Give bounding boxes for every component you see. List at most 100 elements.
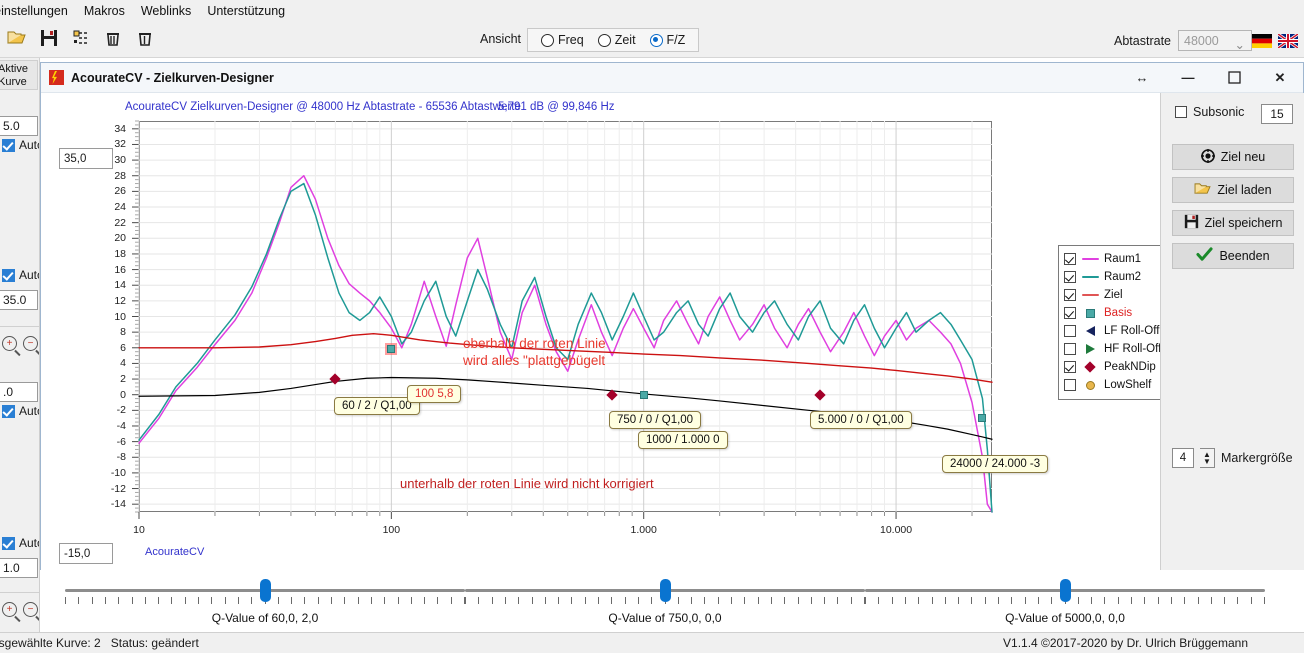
slider-tick <box>651 597 652 604</box>
ziel-speichern-button[interactable]: Ziel speichern <box>1172 210 1294 236</box>
ziel-neu-label: Ziel neu <box>1221 150 1265 164</box>
tooltip-basis-100[interactable]: 100 5,8 <box>407 385 461 403</box>
tooltip-hf-24000[interactable]: 24000 / 24.000 -3 <box>942 455 1048 473</box>
minimize-button[interactable]: — <box>1165 63 1211 92</box>
basis-marker-1000[interactable] <box>638 389 650 401</box>
slider-tick <box>225 597 226 604</box>
radio-fz[interactable]: F/Z <box>643 33 693 47</box>
subsonic-checkbox[interactable]: Subsonic <box>1175 105 1244 119</box>
y-tick-label: 28 <box>114 170 126 182</box>
status-left: usgewählte Kurve: 2 Status: geändert <box>0 636 199 650</box>
y-tick-label: -10 <box>111 467 126 479</box>
auto-check-3[interactable]: Auto <box>2 404 40 418</box>
q-value-slider-60[interactable]: Q-Value of 60,0, 2,0 <box>65 577 465 631</box>
peak-marker-750[interactable] <box>606 389 618 401</box>
slider-tick <box>318 597 319 604</box>
close-button[interactable]: ✕ <box>1257 63 1303 92</box>
legend-item-hf-roll-off[interactable]: HF Roll-Off <box>1064 340 1156 358</box>
axis-edit-2[interactable]: 35.0 <box>0 290 38 310</box>
slider-tick <box>465 597 466 604</box>
flag-gb-icon[interactable] <box>1278 34 1298 48</box>
y-tick-label: 30 <box>114 154 126 166</box>
legend-checkbox[interactable] <box>1064 307 1076 319</box>
legend-label: LowShelf <box>1104 379 1151 391</box>
q-value-slider-750[interactable]: Q-Value of 750,0, 0,0 <box>465 577 865 631</box>
beenden-button[interactable]: Beenden <box>1172 243 1294 269</box>
ziel-laden-button[interactable]: Ziel laden <box>1172 177 1294 203</box>
y-max-input[interactable]: 35,0 <box>59 148 113 169</box>
hf-marker-24000[interactable] <box>976 412 988 424</box>
zoom-controls-1: + − <box>0 336 40 351</box>
plot-grid[interactable]: 3432302826242220181614121086420-2-4-6-8-… <box>139 121 992 512</box>
open-icon[interactable] <box>6 26 28 50</box>
ziel-neu-button[interactable]: Ziel neu <box>1172 144 1294 170</box>
tooltip-peak-750[interactable]: 750 / 0 / Q1,00 <box>609 411 701 429</box>
legend-checkbox[interactable] <box>1064 289 1076 301</box>
axis-edit-1[interactable]: 5.0 <box>0 116 38 136</box>
axis-edit-4[interactable]: 1.0 <box>0 558 38 578</box>
markergroesse-value[interactable]: 4 <box>1172 448 1194 468</box>
auto-check-4[interactable]: Auto <box>2 536 40 550</box>
legend-item-raum1[interactable]: Raum1 <box>1064 250 1156 268</box>
auto-check-1[interactable]: Auto <box>2 138 40 152</box>
slider-thumb[interactable] <box>1060 579 1071 602</box>
legend-item-lf-roll-off[interactable]: LF Roll-Off <box>1064 322 1156 340</box>
y-min-input[interactable]: -15,0 <box>59 543 113 564</box>
zoom-in-icon[interactable]: + <box>2 336 17 351</box>
auto-check-3-box <box>2 405 15 418</box>
slider-thumb[interactable] <box>660 579 671 602</box>
zoom-out-icon[interactable]: − <box>23 336 38 351</box>
delete-all-icon[interactable] <box>134 26 156 50</box>
y-tick-label: 34 <box>114 123 126 135</box>
tooltip-peak-5000[interactable]: 5.000 / 0 / Q1,00 <box>810 411 912 429</box>
menu-item-makros[interactable]: Makros <box>76 2 133 20</box>
menu-item-unterstuetzung[interactable]: Unterstützung <box>199 2 293 20</box>
legend-item-raum2[interactable]: Raum2 <box>1064 268 1156 286</box>
basis-marker-100[interactable] <box>385 343 397 355</box>
zoom-out-icon-2[interactable]: − <box>23 602 38 617</box>
menu-item-voreinstellungen[interactable]: reinstellungen <box>0 2 76 20</box>
flag-de-icon[interactable] <box>1252 34 1272 48</box>
q-value-slider-5000[interactable]: Q-Value of 5000,0, 0,0 <box>865 577 1265 631</box>
properties-icon[interactable] <box>70 26 92 50</box>
samplerate-select[interactable]: 48000 ⌄ <box>1178 30 1252 51</box>
subsonic-value-input[interactable]: 15 <box>1261 104 1293 124</box>
active-curve-tab-line1: Aktive <box>0 63 34 76</box>
plot-watermark: AcourateCV <box>145 546 204 558</box>
menu-item-weblinks[interactable]: Weblinks <box>133 2 199 20</box>
legend-item-peakndip[interactable]: PeakNDip <box>1064 358 1156 376</box>
slider-label: Q-Value of 5000,0, 0,0 <box>865 611 1265 625</box>
markergroesse-spinner[interactable]: 4 ▲▼ Markergröße <box>1172 448 1293 468</box>
slider-tick <box>571 597 572 604</box>
restore-size-button[interactable]: ↔ <box>1119 63 1165 92</box>
slider-tick <box>1144 597 1145 604</box>
maximize-button[interactable] <box>1211 63 1257 92</box>
legend-item-ziel[interactable]: Ziel <box>1064 286 1156 304</box>
save-icon[interactable] <box>38 26 60 50</box>
axis-edit-3[interactable]: .0 <box>0 382 38 402</box>
legend-checkbox[interactable] <box>1064 325 1076 337</box>
zoom-in-icon-2[interactable]: + <box>2 602 17 617</box>
delete-icon[interactable] <box>102 26 124 50</box>
radio-zeit[interactable]: Zeit <box>591 33 643 47</box>
legend-item-lowshelf[interactable]: LowShelf <box>1064 376 1156 394</box>
peak-marker-5000[interactable] <box>814 389 826 401</box>
legend-checkbox[interactable] <box>1064 271 1076 283</box>
markergroesse-arrows[interactable]: ▲▼ <box>1200 448 1215 468</box>
legend-checkbox[interactable] <box>1064 253 1076 265</box>
legend-diamond-icon <box>1081 361 1099 373</box>
slider-thumb[interactable] <box>260 579 271 602</box>
peak-marker-60[interactable] <box>329 373 341 385</box>
auto-check-2[interactable]: Auto <box>2 268 40 282</box>
subsonic-label: Subsonic <box>1193 105 1244 119</box>
legend-checkbox[interactable] <box>1064 361 1076 373</box>
legend-checkbox[interactable] <box>1064 379 1076 391</box>
slider-tick <box>1264 597 1265 604</box>
legend-checkbox[interactable] <box>1064 343 1076 355</box>
status-selected-curve: usgewählte Kurve: 2 <box>0 636 101 650</box>
legend-item-basis[interactable]: Basis <box>1064 304 1156 322</box>
tooltip-basis-1000[interactable]: 1000 / 1.000 0 <box>638 431 728 449</box>
toolbar-icon-group <box>6 26 156 50</box>
active-curve-tab[interactable]: Aktive Kurve <box>0 60 38 90</box>
radio-freq[interactable]: Freq <box>534 33 591 47</box>
